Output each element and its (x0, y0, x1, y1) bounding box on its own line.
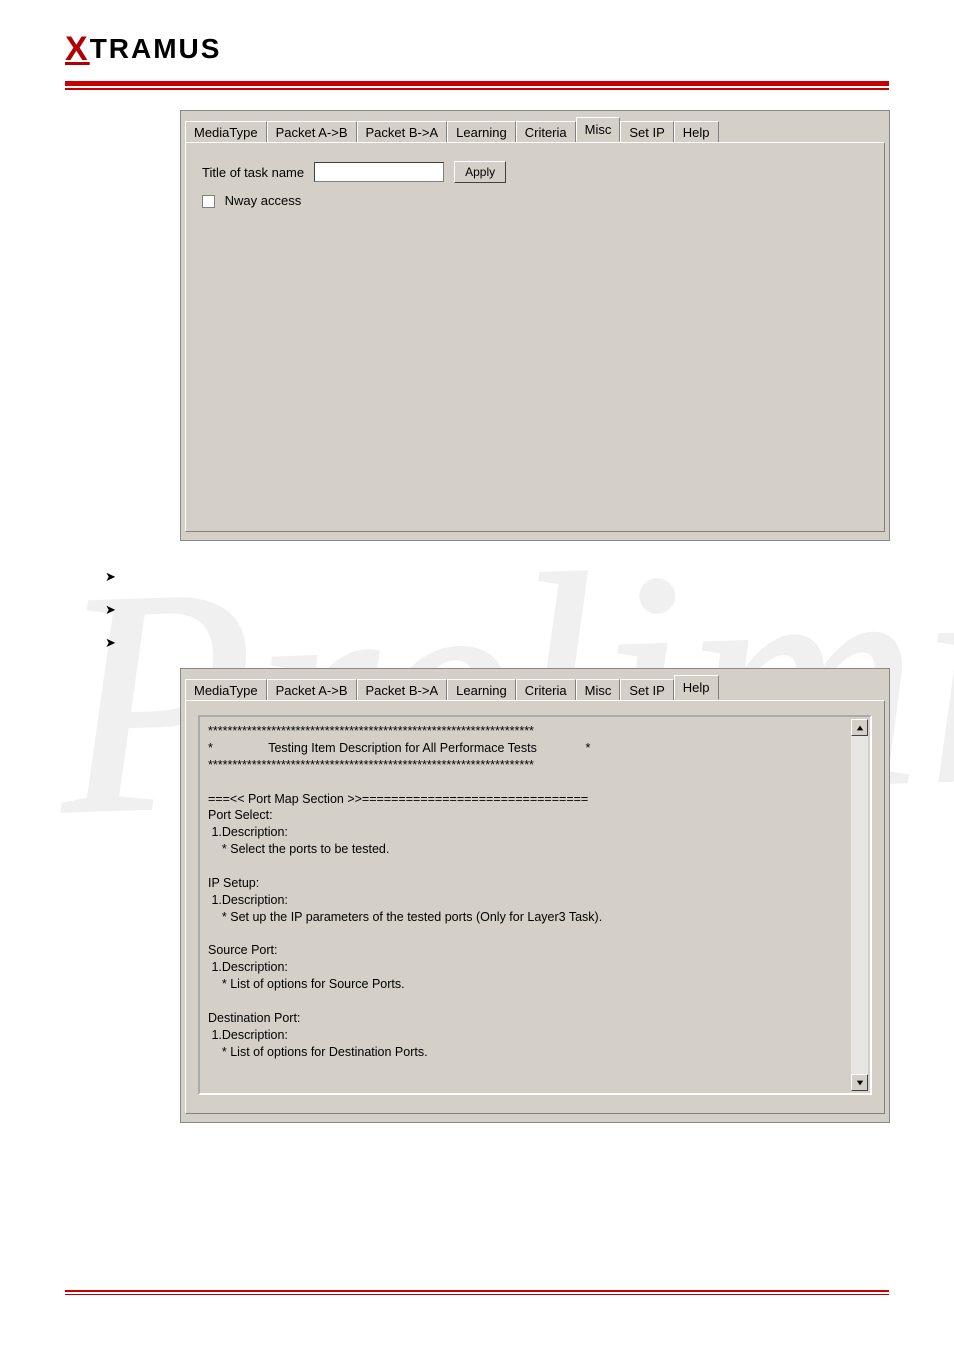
tab-criteria[interactable]: Criteria (516, 121, 576, 144)
tab-packet-ab-2[interactable]: Packet A->B (267, 679, 357, 702)
bullet-1 (105, 569, 889, 586)
tab-misc[interactable]: Misc (576, 117, 621, 142)
header-rule (65, 81, 889, 86)
tab-mediatype-2[interactable]: MediaType (185, 679, 267, 702)
tab-help-2[interactable]: Help (674, 675, 719, 700)
tab-misc-2[interactable]: Misc (576, 679, 621, 702)
title-of-task-input[interactable] (314, 162, 444, 182)
tab-packet-ab[interactable]: Packet A->B (267, 121, 357, 144)
tab-setip-2[interactable]: Set IP (620, 679, 673, 702)
tab-help[interactable]: Help (674, 121, 719, 144)
tab-criteria-2[interactable]: Criteria (516, 679, 576, 702)
scroll-up-button[interactable] (851, 719, 868, 736)
nway-label: Nway access (225, 193, 302, 208)
nway-checkbox[interactable] (202, 195, 215, 208)
logo: XTRAMUS (65, 30, 889, 69)
apply-button[interactable]: Apply (454, 161, 506, 183)
bullet-list (105, 569, 889, 652)
tab-learning-2[interactable]: Learning (447, 679, 516, 702)
tab-packet-ba-2[interactable]: Packet B->A (357, 679, 448, 702)
help-textarea: ****************************************… (198, 715, 872, 1095)
scroll-down-button[interactable] (851, 1074, 868, 1091)
tab-mediatype[interactable]: MediaType (185, 121, 267, 144)
tab-learning[interactable]: Learning (447, 121, 516, 144)
scrollbar[interactable] (851, 719, 868, 1091)
bullet-2 (105, 602, 889, 619)
bullet-3 (105, 635, 889, 652)
tab-packet-ba[interactable]: Packet B->A (357, 121, 448, 144)
panel-help: MediaType Packet A->B Packet B->A Learni… (180, 668, 890, 1123)
footer-rule (65, 1290, 889, 1295)
scroll-track[interactable] (851, 736, 868, 1074)
help-content: ****************************************… (208, 723, 862, 1061)
title-of-task-label: Title of task name (202, 165, 304, 180)
panel-misc: MediaType Packet A->B Packet B->A Learni… (180, 110, 890, 541)
tab-setip[interactable]: Set IP (620, 121, 673, 144)
